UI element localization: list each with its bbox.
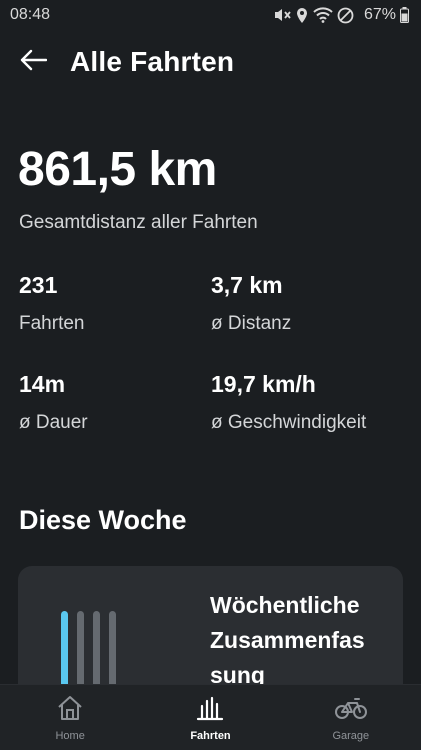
battery-icon [400,7,409,23]
home-icon [56,695,84,726]
weekly-summary-title: Wöchentliche Zusammenfas sung [210,592,365,688]
status-icons: 67% [273,6,409,24]
page-title: Alle Fahrten [70,46,235,77]
nav-label-home: Home [55,730,85,742]
do-not-disturb-icon [337,7,354,24]
nav-label-garage: Garage [332,730,370,742]
section-title-this-week: Diese Woche [19,505,187,535]
screen: 08:48 67% Alle Fahrten 861,5 km Gesamtdi… [0,0,421,750]
bicycle-icon [334,695,367,726]
avg-duration-label: ø Dauer [19,412,88,433]
rides-count-value: 231 [19,272,58,298]
nav-item-garage[interactable]: Garage [281,685,421,750]
bottom-navigation: Home Fahrten Garage [0,684,421,750]
app-bar: Alle Fahrten [0,40,421,84]
avg-duration-value: 14m [19,371,66,397]
wifi-icon [313,7,333,23]
mute-icon [273,7,291,23]
total-distance-caption: Gesamtdistanz aller Fahrten [19,212,258,233]
location-icon [295,7,309,24]
total-distance: 861,5 km [18,143,217,196]
nav-item-rides[interactable]: Fahrten [140,685,280,750]
avg-speed-value: 19,7 km/h [211,371,316,397]
status-bar: 08:48 67% [0,0,421,30]
nav-item-home[interactable]: Home [0,685,140,750]
avg-distance-value: 3,7 km [211,272,283,298]
bar-chart-icon [196,695,224,726]
rides-count-label: Fahrten [19,313,85,334]
avg-distance-label: ø Distanz [211,313,292,334]
avg-speed-label: ø Geschwindigkeit [211,412,367,433]
arrow-left-icon [19,49,48,76]
nav-label-rides: Fahrten [190,730,231,742]
battery-percent: 67% [363,6,396,23]
status-time: 08:48 [10,6,51,23]
back-button[interactable] [16,46,50,78]
